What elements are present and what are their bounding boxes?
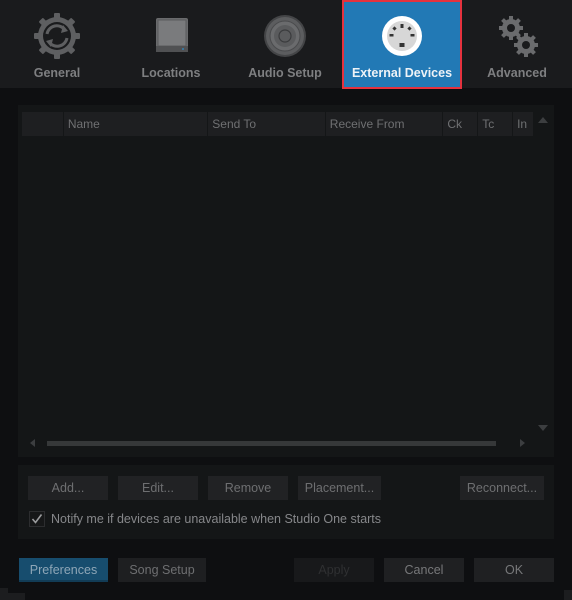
reconnect-button[interactable]: Reconnect... bbox=[460, 476, 544, 500]
song-setup-button[interactable]: Song Setup bbox=[118, 558, 206, 582]
window-corner-mark bbox=[0, 593, 25, 600]
column-header-input[interactable]: In bbox=[513, 112, 534, 136]
drive-icon bbox=[147, 12, 195, 60]
tab-general-label: General bbox=[33, 66, 81, 80]
tab-audio-setup[interactable]: Audio Setup bbox=[228, 0, 342, 88]
external-devices-panel: Name Send To Receive From Ck Tc In bbox=[18, 105, 554, 457]
cancel-button[interactable]: Cancel bbox=[384, 558, 464, 582]
gear-sync-icon bbox=[33, 12, 81, 60]
notify-unavailable-checkbox[interactable] bbox=[29, 511, 45, 527]
add-device-button[interactable]: Add... bbox=[28, 476, 108, 500]
column-header-name[interactable]: Name bbox=[63, 112, 208, 136]
preferences-button[interactable]: Preferences bbox=[19, 558, 108, 582]
scroll-right-arrow-icon[interactable] bbox=[520, 439, 525, 447]
column-header-receive-from[interactable]: Receive From bbox=[325, 112, 443, 136]
horizontal-scrollbar[interactable] bbox=[47, 441, 496, 446]
scroll-up-arrow-icon[interactable] bbox=[538, 117, 548, 123]
tab-locations[interactable]: Locations bbox=[114, 0, 228, 88]
ok-button[interactable]: OK bbox=[474, 558, 554, 582]
placement-button[interactable]: Placement... bbox=[298, 476, 381, 500]
tab-advanced-label: Advanced bbox=[487, 66, 547, 80]
resize-grip[interactable] bbox=[564, 590, 572, 600]
tab-advanced[interactable]: Advanced bbox=[462, 0, 572, 88]
tab-external-devices[interactable]: External Devices bbox=[342, 0, 462, 89]
tab-general[interactable]: General bbox=[0, 0, 114, 88]
scroll-left-arrow-icon[interactable] bbox=[30, 439, 35, 447]
column-header-timecode[interactable]: Tc bbox=[478, 112, 513, 136]
edit-device-button[interactable]: Edit... bbox=[118, 476, 198, 500]
column-header-send-to[interactable]: Send To bbox=[208, 112, 325, 136]
tab-external-devices-label: External Devices bbox=[351, 66, 453, 80]
speaker-icon bbox=[261, 12, 309, 60]
tab-locations-label: Locations bbox=[141, 66, 201, 80]
tab-audio-setup-label: Audio Setup bbox=[248, 66, 322, 80]
notify-unavailable-label: Notify me if devices are unavailable whe… bbox=[51, 512, 382, 526]
midi-connector-icon bbox=[378, 12, 426, 60]
apply-button[interactable]: Apply bbox=[294, 558, 374, 582]
column-header-icon[interactable] bbox=[22, 112, 63, 136]
scroll-down-arrow-icon[interactable] bbox=[538, 425, 548, 431]
preferences-category-bar: General Locations Audio Setup External D… bbox=[0, 0, 572, 89]
checkmark-icon bbox=[31, 514, 43, 524]
gears-icon bbox=[493, 12, 541, 60]
remove-device-button[interactable]: Remove bbox=[208, 476, 288, 500]
column-header-clock[interactable]: Ck bbox=[443, 112, 478, 136]
device-table-header: Name Send To Receive From Ck Tc In bbox=[22, 112, 534, 136]
device-actions-panel: Add... Edit... Remove Placement... Recon… bbox=[18, 465, 554, 539]
